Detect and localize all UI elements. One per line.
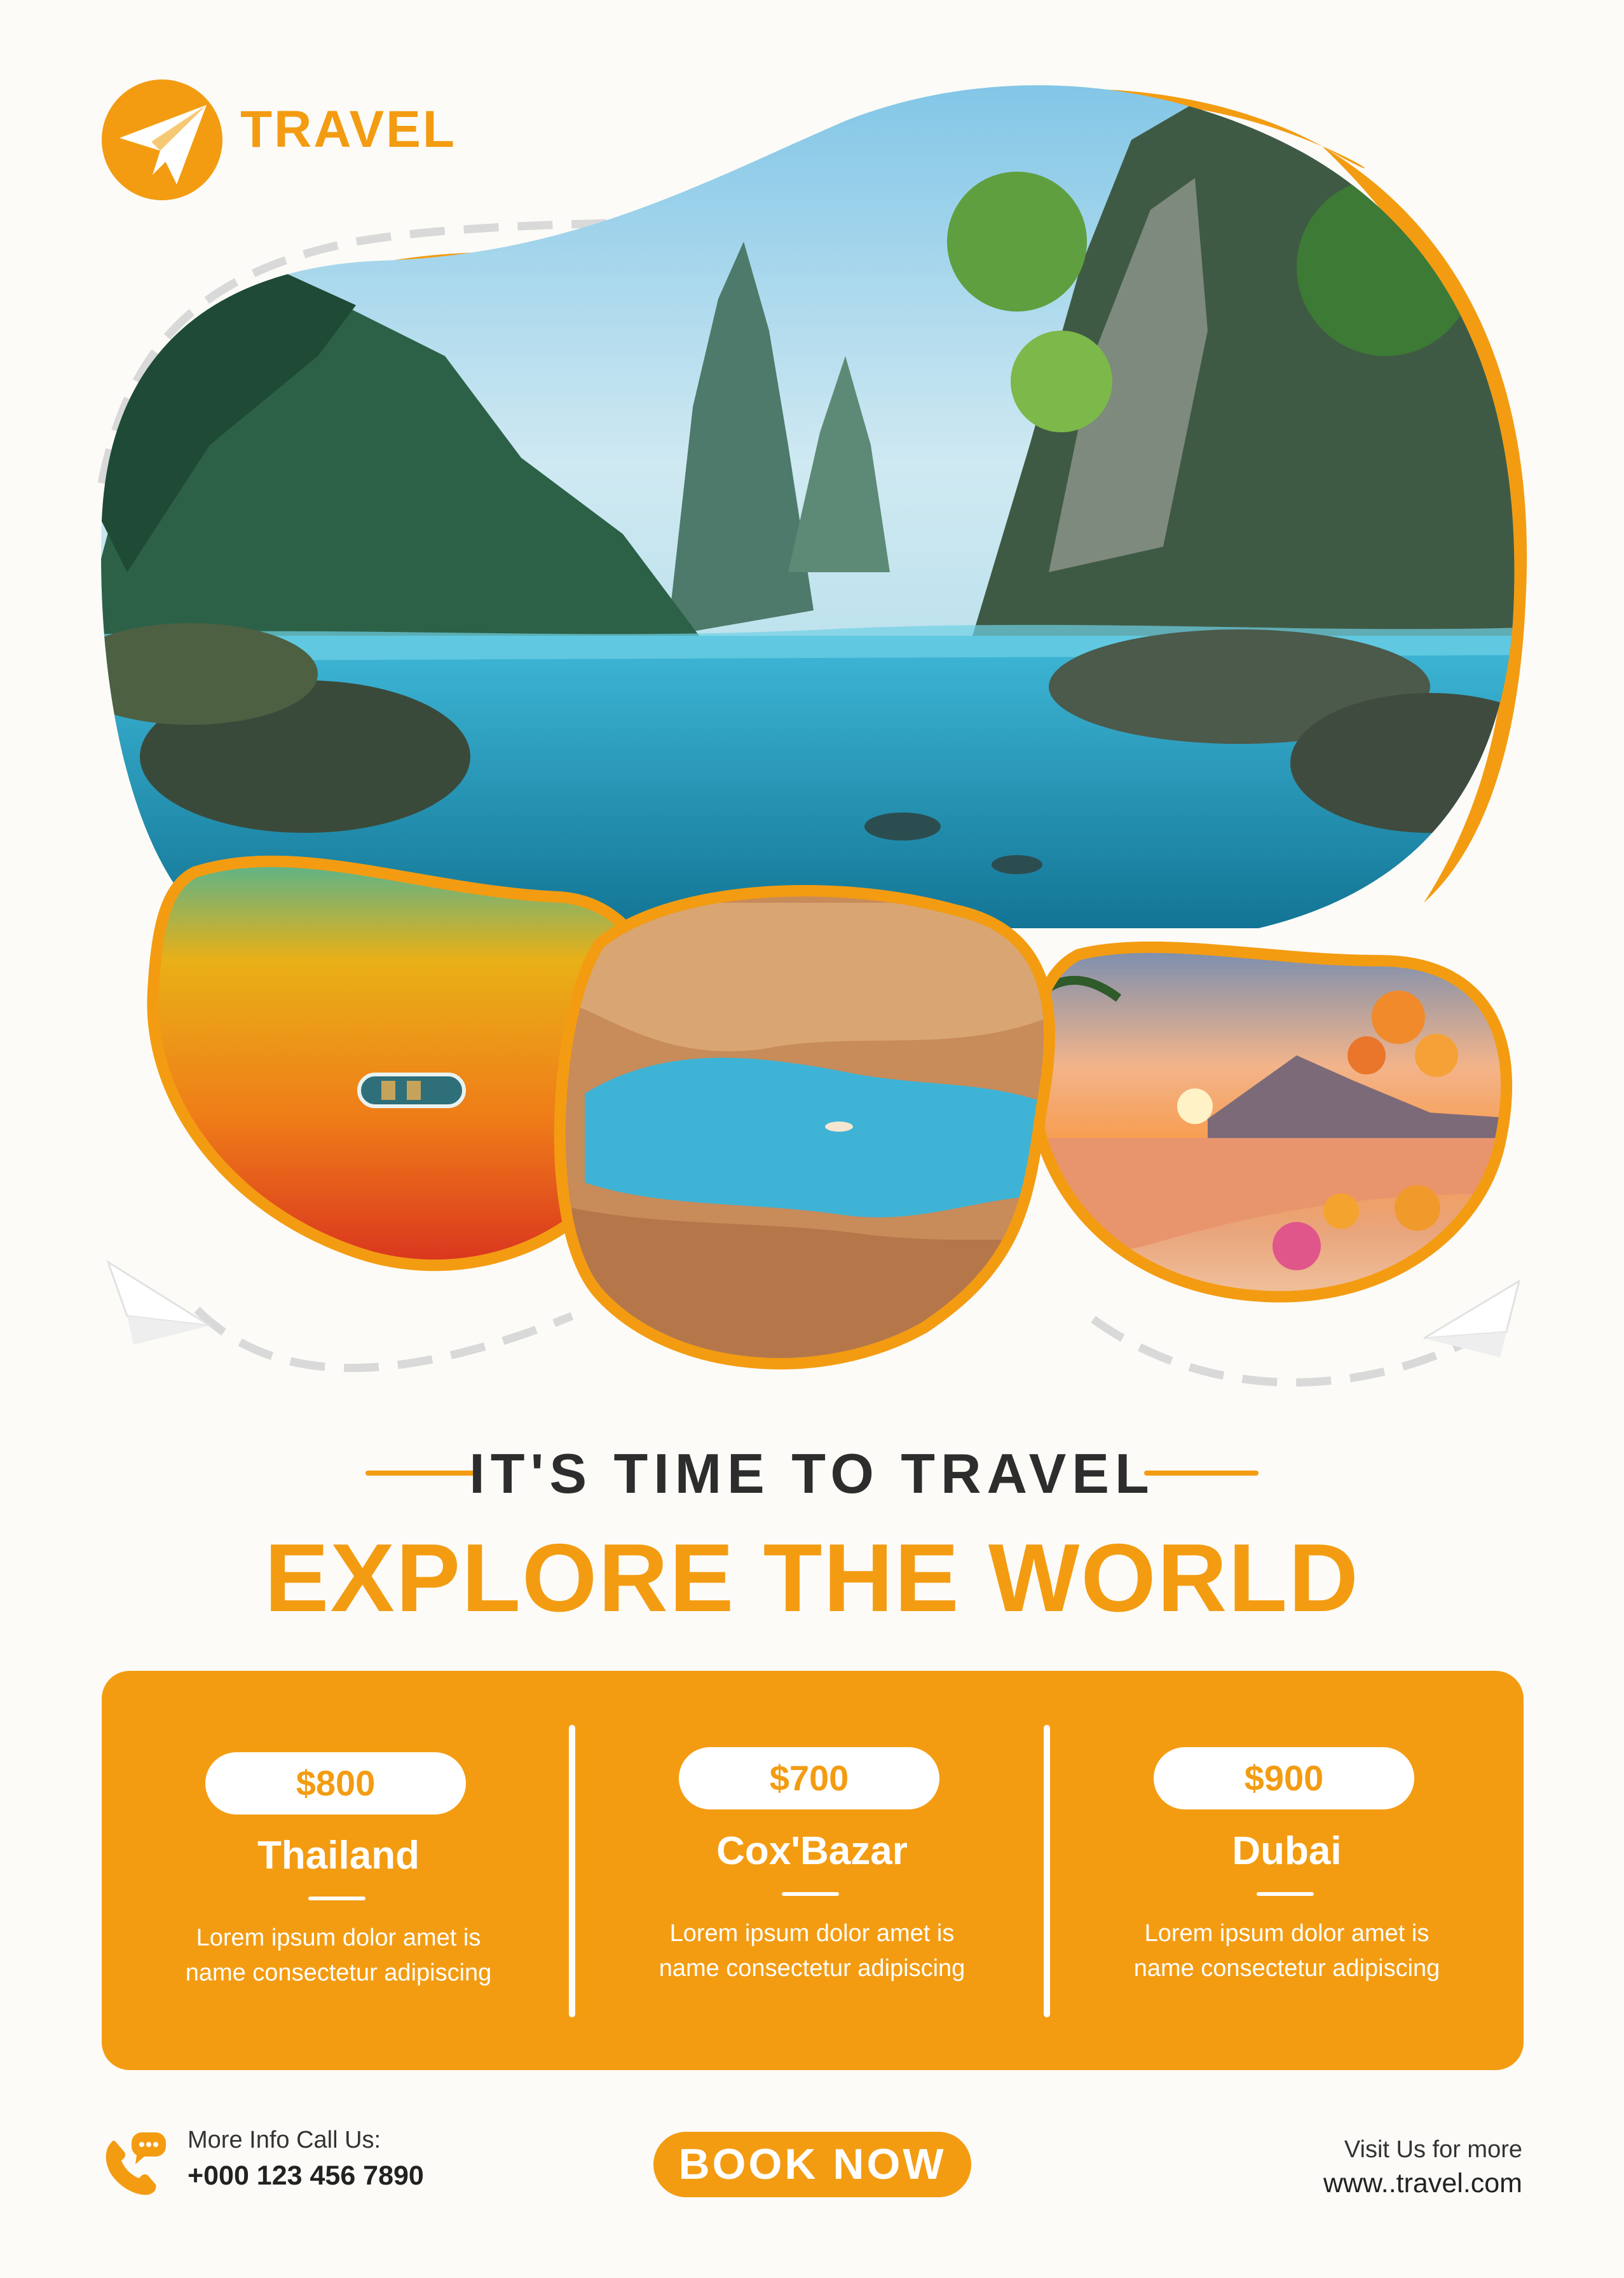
name-underline <box>1257 1892 1314 1896</box>
package-card-thailand[interactable]: $800 Thailand Lorem ipsum dolor amet is n… <box>102 1671 575 2070</box>
tagline-line-right <box>1144 1471 1259 1476</box>
price-badge: $800 <box>205 1752 466 1815</box>
package-description: Lorem ipsum dolor amet is name consectetu… <box>185 1925 492 1986</box>
price-badge: $700 <box>679 1747 939 1809</box>
tagline: IT'S TIME TO TRAVEL <box>469 1442 1155 1505</box>
package-card-dubai[interactable]: $900 Dubai Lorem ipsum dolor amet is name… <box>1050 1671 1524 2070</box>
package-card-coxbazar[interactable]: $700 Cox'Bazar Lorem ipsum dolor amet is… <box>575 1671 1049 2070</box>
name-underline <box>308 1897 365 1900</box>
contact-label: More Info Call Us: <box>188 2127 381 2153</box>
price-badge: $900 <box>1154 1747 1414 1809</box>
book-now-button[interactable]: BOOK NOW <box>653 2132 971 2197</box>
package-name: Cox'Bazar <box>716 1829 908 1873</box>
package-description: Lorem ipsum dolor amet is name consectetu… <box>658 1920 966 1982</box>
contact-phone[interactable]: +000 123 456 7890 <box>188 2160 424 2192</box>
divider <box>569 1725 575 2017</box>
tagline-row: IT'S TIME TO TRAVEL <box>0 1434 1624 1510</box>
package-description: Lorem ipsum dolor amet is name consectetu… <box>1133 1920 1440 1982</box>
thumbnail-sunset-image <box>1037 952 1501 1291</box>
divider <box>1044 1725 1050 2017</box>
phone-icon <box>99 2130 168 2200</box>
paper-plane-icon <box>106 1259 210 1345</box>
hero-main-image <box>101 85 1515 929</box>
package-name: Dubai <box>1232 1829 1342 1873</box>
package-name: Thailand <box>257 1834 420 1877</box>
website-link[interactable]: www..travel.com <box>1323 2168 1522 2199</box>
visit-label: Visit Us for more <box>1344 2136 1522 2163</box>
name-underline <box>782 1892 839 1896</box>
page-title: EXPLORE THE WORLD <box>264 1524 1360 1632</box>
hero-collage <box>97 85 1527 1387</box>
packages-panel: $800 Thailand Lorem ipsum dolor amet is n… <box>102 1671 1524 2070</box>
paper-plane-icon <box>1423 1279 1521 1357</box>
